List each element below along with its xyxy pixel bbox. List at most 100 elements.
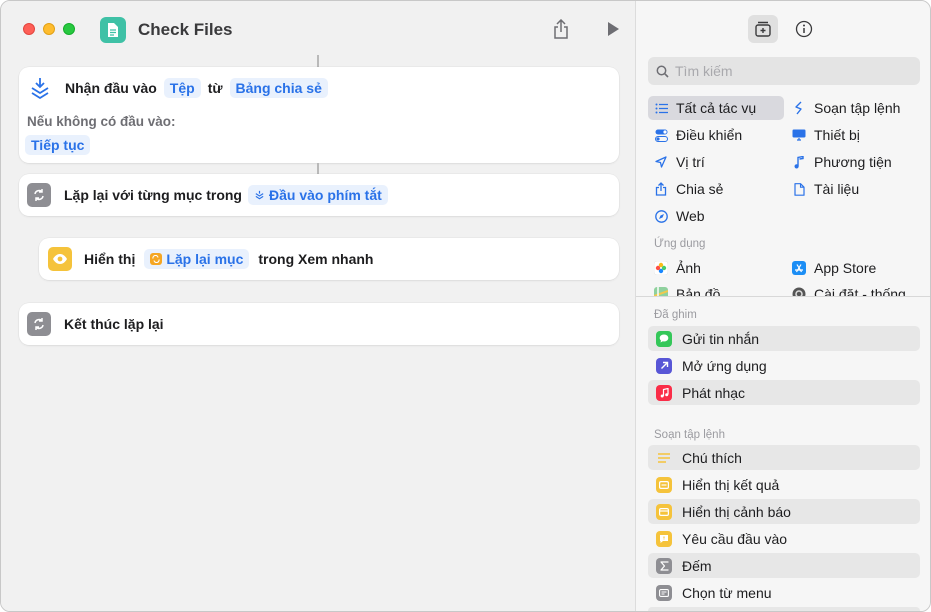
add-action-icon bbox=[755, 21, 771, 37]
info-icon bbox=[795, 20, 813, 38]
music-note-icon bbox=[656, 384, 672, 401]
repeat-item-icon bbox=[150, 253, 163, 265]
titlebar: Check Files bbox=[1, 1, 635, 57]
category-label: Tất cả tác vụ bbox=[676, 100, 757, 116]
close-window-button[interactable] bbox=[23, 23, 35, 35]
search-icon bbox=[656, 65, 669, 78]
quick-look-action[interactable]: Hiển thị Lặp lại mục trong Xem nhanh bbox=[39, 238, 619, 280]
editor-pane: Check Files Nhận đầu vào Tệp từ Bảng chi… bbox=[1, 1, 635, 611]
alert-icon bbox=[656, 503, 672, 520]
music-note-icon bbox=[792, 155, 806, 169]
open-app-arrow-icon bbox=[656, 357, 672, 374]
category-label: Điều khiển bbox=[676, 127, 743, 143]
app-system-settings[interactable]: Cài đặt - thống bbox=[786, 285, 922, 296]
input-type-token[interactable]: Tệp bbox=[163, 78, 201, 98]
repeat-each-action[interactable]: Lặp lại với từng mục trong Đầu vào phím … bbox=[19, 174, 619, 216]
category-media[interactable]: Phương tiện bbox=[786, 150, 922, 174]
app-label: Bản đồ bbox=[676, 286, 721, 296]
layers-icon bbox=[255, 190, 264, 199]
no-input-behavior-token[interactable]: Tiếp tục bbox=[25, 135, 91, 155]
end-repeat-action[interactable]: Kết thúc lặp lại bbox=[19, 303, 619, 345]
category-label: Vị trí bbox=[676, 154, 705, 170]
item-label: Gửi tin nhắn bbox=[682, 330, 760, 347]
action-partial-row[interactable] bbox=[648, 607, 920, 611]
search-field[interactable] bbox=[648, 57, 920, 85]
action-choose-from-menu[interactable]: Chọn từ menu bbox=[648, 580, 920, 605]
toggle-icon bbox=[654, 128, 668, 142]
gear-icon bbox=[792, 287, 806, 296]
item-label: Hiển thị kết quả bbox=[682, 476, 780, 493]
document-icon[interactable] bbox=[100, 17, 126, 43]
repeat-label: Lặp lại với từng mục trong bbox=[64, 187, 242, 203]
library-tab-button[interactable] bbox=[748, 15, 778, 43]
category-label: Thiết bị bbox=[814, 127, 860, 143]
category-control[interactable]: Điều khiển bbox=[648, 123, 784, 147]
window-title: Check Files bbox=[138, 20, 233, 39]
app-maps[interactable]: Bản đồ bbox=[648, 285, 784, 296]
location-arrow-icon bbox=[654, 155, 668, 169]
category-location[interactable]: Vị trí bbox=[648, 150, 784, 174]
app-store-icon bbox=[792, 261, 806, 275]
connector-line bbox=[317, 55, 319, 67]
show-label: Hiển thị bbox=[84, 251, 136, 267]
shortcuts-window: Check Files Nhận đầu vào Tệp từ Bảng chi… bbox=[0, 0, 931, 612]
maps-icon bbox=[654, 287, 668, 296]
play-icon bbox=[608, 22, 619, 36]
menu-icon bbox=[656, 584, 672, 601]
input-source-token[interactable]: Bảng chia sẻ bbox=[229, 78, 328, 98]
no-input-label: Nếu không có đầu vào: bbox=[27, 114, 176, 129]
item-label: Mở ứng dụng bbox=[682, 357, 767, 374]
pinned-open-app[interactable]: Mở ứng dụng bbox=[648, 353, 920, 378]
eye-icon bbox=[48, 247, 72, 271]
show-result-icon bbox=[656, 476, 672, 493]
item-label: Chọn từ menu bbox=[682, 584, 772, 601]
scripting-section-header: Soạn tập lệnh bbox=[654, 429, 725, 441]
category-label: Web bbox=[676, 208, 705, 224]
category-web[interactable]: Web bbox=[648, 204, 784, 228]
share-button[interactable] bbox=[550, 18, 572, 40]
ask-input-icon bbox=[656, 530, 672, 547]
repeat-item-token[interactable]: Lặp lại mục bbox=[144, 249, 250, 269]
search-input[interactable] bbox=[675, 63, 915, 79]
zoom-window-button[interactable] bbox=[63, 23, 75, 35]
action-library-pane: Tất cả tác vụ Điều khiển Vị trí Chia sẻ … bbox=[635, 1, 930, 611]
action-show-result[interactable]: Hiển thị kết quả bbox=[648, 472, 920, 497]
minimize-window-button[interactable] bbox=[43, 23, 55, 35]
display-icon bbox=[792, 128, 806, 142]
action-count[interactable]: Đếm bbox=[648, 553, 920, 578]
divider bbox=[636, 296, 930, 297]
run-button[interactable] bbox=[602, 18, 624, 40]
sigma-icon bbox=[656, 557, 672, 574]
shortcut-input-token[interactable]: Đầu vào phím tắt bbox=[248, 185, 388, 205]
receive-input-action[interactable]: Nhận đầu vào Tệp từ Bảng chia sẻ Nếu khô… bbox=[19, 67, 619, 163]
script-icon bbox=[792, 101, 806, 115]
pinned-send-message[interactable]: Gửi tin nhắn bbox=[648, 326, 920, 351]
pinned-play-music[interactable]: Phát nhạc bbox=[648, 380, 920, 405]
action-show-alert[interactable]: Hiển thị cảnh báo bbox=[648, 499, 920, 524]
app-label: Ảnh bbox=[676, 260, 701, 276]
pinned-section-header: Đã ghim bbox=[654, 309, 697, 321]
repeat-icon bbox=[27, 312, 51, 336]
category-all-actions[interactable]: Tất cả tác vụ bbox=[648, 96, 784, 120]
action-comment[interactable]: Chú thích bbox=[648, 445, 920, 470]
category-label: Tài liệu bbox=[814, 181, 860, 197]
action-ask-for-input[interactable]: Yêu cầu đầu vào bbox=[648, 526, 920, 551]
item-label: Yêu cầu đầu vào bbox=[682, 530, 788, 547]
item-label: Chú thích bbox=[682, 449, 742, 466]
shortcut-input-token-label: Đầu vào phím tắt bbox=[269, 187, 382, 203]
category-label: Soạn tập lệnh bbox=[814, 100, 901, 116]
app-photos[interactable]: Ảnh bbox=[648, 256, 784, 280]
category-documents[interactable]: Tài liệu bbox=[786, 177, 922, 201]
category-sharing[interactable]: Chia sẻ bbox=[648, 177, 784, 201]
end-repeat-label: Kết thúc lặp lại bbox=[64, 316, 164, 332]
app-app-store[interactable]: App Store bbox=[786, 256, 922, 280]
category-scripting[interactable]: Soạn tập lệnh bbox=[786, 96, 922, 120]
repeat-item-token-label: Lặp lại mục bbox=[166, 251, 244, 267]
category-label: Chia sẻ bbox=[676, 181, 724, 197]
item-label: Đếm bbox=[682, 557, 712, 574]
details-tab-button[interactable] bbox=[789, 15, 819, 43]
receive-input-label: Nhận đầu vào bbox=[65, 80, 157, 96]
item-label: Phát nhạc bbox=[682, 384, 746, 401]
category-device[interactable]: Thiết bị bbox=[786, 123, 922, 147]
app-label: Cài đặt - thống bbox=[814, 286, 906, 296]
